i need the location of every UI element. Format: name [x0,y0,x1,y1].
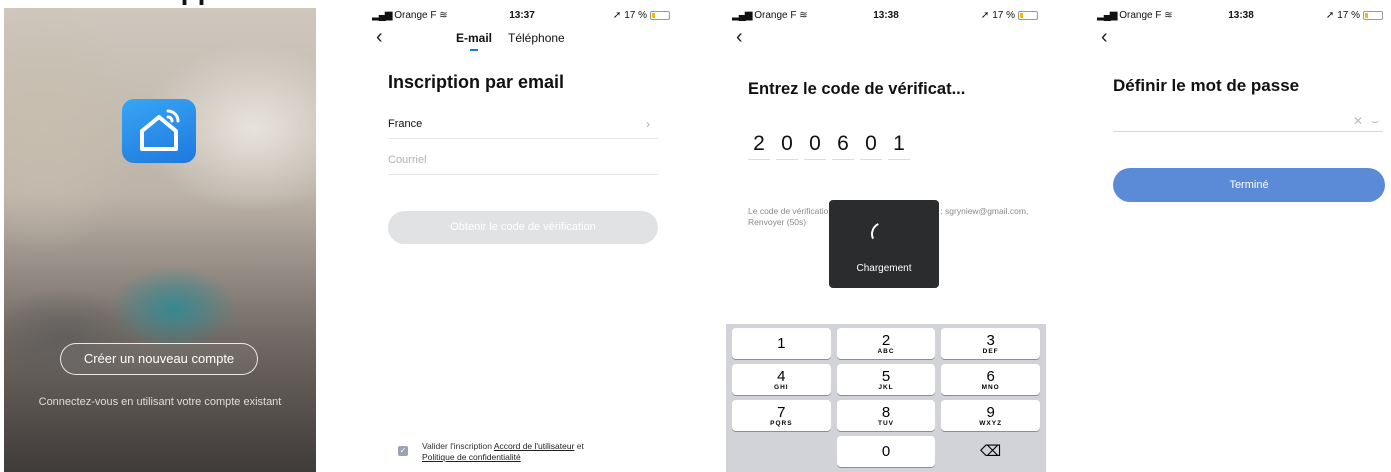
location-icon: ➚ [1325,10,1335,21]
back-chevron-icon[interactable]: ‹ [1101,26,1121,48]
key-6[interactable]: 6 MNO [941,364,1040,395]
battery-indicator: ➚ 17 % [1326,10,1383,21]
smart-home-icon [122,99,196,163]
battery-icon [650,11,670,20]
password-field[interactable]: ✕ ⌣ [1113,114,1383,132]
code-digit: 1 [888,132,910,160]
battery-icon [1363,11,1383,20]
location-icon: ➚ [980,10,990,21]
location-icon: ➚ [612,10,622,21]
welcome-screen: Créer un nouveau compte Connectez-vous e… [4,8,316,472]
email-registration-screen: ▂▄▆ Orange F ≋ 13:37 ➚ 17 % ‹ E-mail Télé… [366,8,678,472]
page-title: Entrez le code de vérificat... [748,80,966,98]
eye-closed-icon[interactable]: ⌣ [1371,114,1379,129]
carrier-label: ▂▄▆ Orange F ≋ [372,10,448,21]
carrier-label: ▂▄▆ Orange F ≋ [1097,10,1173,21]
code-digit: 0 [804,132,826,160]
clock: 13:38 [1228,10,1254,21]
back-chevron-icon[interactable]: ‹ [736,26,756,48]
wifi-icon: ≋ [439,10,448,21]
country-selector[interactable]: France › [388,117,658,139]
battery-icon [1018,11,1038,20]
email-placeholder: Courriel [388,154,427,166]
loading-label: Chargement [856,263,912,274]
registration-tabs: E-mail Téléphone [456,31,565,51]
backspace-icon[interactable]: ⌫ [941,436,1040,467]
battery-indicator: ➚ 17 % [613,10,670,21]
chevron-right-icon: › [646,117,650,131]
wifi-icon: ≋ [1164,10,1173,21]
signal-icon: ▂▄▆ [372,10,392,21]
carrier-label: ▂▄▆ Orange F ≋ [732,10,808,21]
signal-icon: ▂▄▆ [732,10,752,21]
status-bar: ▂▄▆ Orange F ≋ 13:37 ➚ 17 % [366,8,678,26]
code-digit: 0 [860,132,882,160]
code-input[interactable]: 2 0 0 6 0 1 [748,132,910,160]
clock: 13:37 [509,10,535,21]
numeric-keypad: 1 2 ABC 3 DEF 4 GHI 5 JKL 6 MNO 7 PQRS 8 TUV 9W… [726,324,1046,472]
country-value: France [388,118,423,130]
tab-phone[interactable]: Téléphone [508,31,565,45]
loading-overlay: Chargement [829,200,939,288]
code-digit: 0 [776,132,798,160]
user-agreement-link[interactable]: Accord de l'utilisateur [494,441,575,451]
key-3[interactable]: 3 DEF [941,328,1040,359]
key-blank [732,436,831,467]
key-8[interactable]: 8 TUV [836,400,936,431]
key-9[interactable]: 9 WXYZ [941,400,1040,431]
code-digit: 2 [748,132,770,160]
status-bar: ▂▄▆ Orange F ≋ 13:38 ➚ 17 % [1091,8,1391,26]
get-verification-code-button[interactable]: Obtenir le code de vérification [388,211,658,244]
privacy-policy-link[interactable]: Politique de confidentialité [422,452,521,462]
email-field[interactable]: Courriel [388,154,658,175]
password-field-icons: ✕ ⌣ [1353,114,1379,129]
key-7[interactable]: 7 PQRS [732,400,831,431]
agreement-text: Valider l'inscription Accord de l'utilis… [422,441,584,462]
create-account-button[interactable]: Créer un nouveau compte [60,343,258,375]
done-button[interactable]: Terminé [1113,168,1385,202]
code-digit: 6 [832,132,854,160]
key-2[interactable]: 2 ABC [836,328,936,359]
clear-icon[interactable]: ✕ [1353,114,1363,129]
back-chevron-icon[interactable]: ‹ [376,26,396,48]
page-title: Définir le mot de passe [1113,76,1300,95]
key-1[interactable]: 1 [732,328,831,359]
clock: 13:38 [873,10,899,21]
signal-icon: ▂▄▆ [1097,10,1117,21]
status-bar: ▂▄▆ Orange F ≋ 13:38 ➚ 17 % [726,8,1046,26]
tab-email[interactable]: E-mail [456,31,492,51]
verification-code-screen: ▂▄▆ Orange F ≋ 13:38 ➚ 17 % ‹ Entrez le c… [726,8,1046,472]
terms-agreement: ✓ Valider l'inscription Accord de l'util… [398,441,678,463]
battery-indicator: ➚ 17 % [981,10,1038,21]
key-0[interactable]: 0 [836,436,936,467]
spinner-icon [867,218,899,250]
wifi-icon: ≋ [799,10,808,21]
login-existing-account-link[interactable]: Connectez-vous en utilisant votre compte… [4,396,316,408]
set-password-screen: ▂▄▆ Orange F ≋ 13:38 ➚ 17 % ‹ Définir le … [1091,8,1391,472]
page-title: Inscription par email [388,72,565,92]
key-4[interactable]: 4 GHI [732,364,831,395]
key-5[interactable]: 5 JKL [836,364,936,395]
agree-checkbox[interactable]: ✓ [398,446,408,456]
